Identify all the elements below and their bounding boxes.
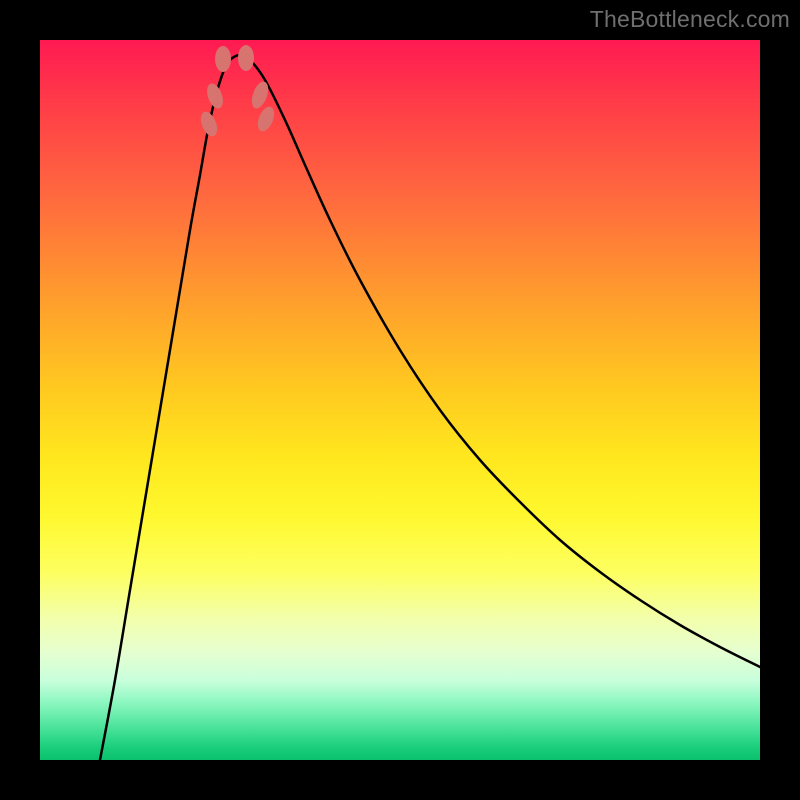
outer-frame: TheBottleneck.com bbox=[0, 0, 800, 800]
min-region-markers-3 bbox=[238, 45, 254, 71]
plot-area bbox=[40, 40, 760, 760]
series-group bbox=[100, 55, 760, 760]
min-region-markers-5 bbox=[255, 104, 278, 133]
watermark-text: TheBottleneck.com bbox=[590, 6, 790, 33]
min-region-markers-2 bbox=[215, 46, 231, 72]
min-region-markers-0 bbox=[198, 109, 221, 138]
series-bottleneck-curve bbox=[100, 55, 760, 760]
marker-group bbox=[198, 45, 278, 139]
min-region-markers-1 bbox=[204, 81, 226, 110]
bottleneck-chart-svg bbox=[40, 40, 760, 760]
